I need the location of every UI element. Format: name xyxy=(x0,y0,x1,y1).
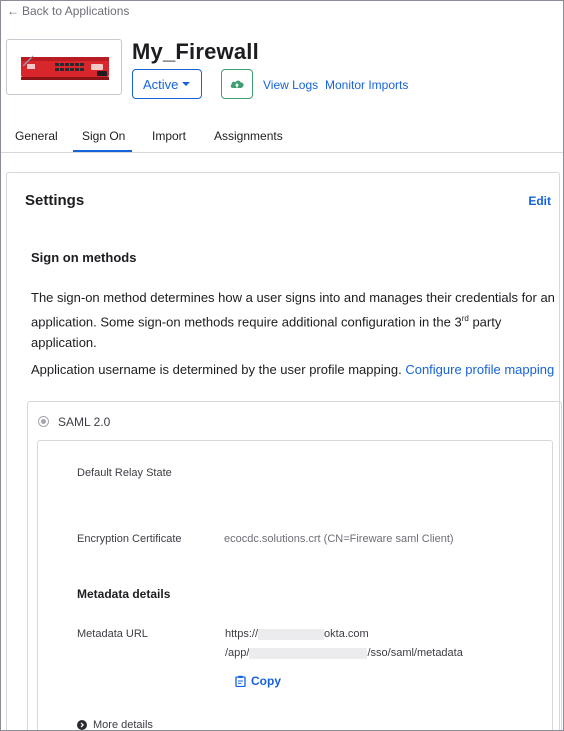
saml-label: SAML 2.0 xyxy=(58,415,111,429)
edit-button[interactable]: Edit xyxy=(528,194,551,208)
configure-profile-mapping-link[interactable]: Configure profile mapping xyxy=(405,362,554,377)
metadata-url-app-path: /app/ xyxy=(225,647,250,659)
saml-details-box: Default Relay State Encryption Certifica… xyxy=(37,440,553,731)
back-link-label: Back to Applications xyxy=(22,4,130,18)
metadata-url-line-1: https:// okta.com xyxy=(225,628,369,640)
default-relay-state-label: Default Relay State xyxy=(77,467,172,479)
cloud-push-icon xyxy=(230,80,244,88)
app-window: ← Back to Applications My_Firewall Activ… xyxy=(0,0,564,731)
copy-label: Copy xyxy=(251,674,281,688)
username-mapping-text: Application username is determined by th… xyxy=(31,362,554,377)
clipboard-icon xyxy=(235,675,246,687)
redacted-block xyxy=(249,647,368,659)
tab-general[interactable]: General xyxy=(15,129,58,143)
settings-title: Settings xyxy=(25,192,85,209)
tab-assignments[interactable]: Assignments xyxy=(214,129,283,143)
encryption-certificate-label: Encryption Certificate xyxy=(77,533,182,545)
status-selected-value: Active xyxy=(143,76,179,92)
description-superscript: rd xyxy=(461,314,469,323)
monitor-imports-link[interactable]: Monitor Imports xyxy=(325,78,408,92)
metadata-details-title: Metadata details xyxy=(77,587,171,601)
pencil-icon[interactable] xyxy=(21,54,35,68)
saml-option-card: SAML 2.0 Default Relay State Encryption … xyxy=(27,401,562,731)
more-details-toggle[interactable]: More details xyxy=(77,719,153,731)
back-to-applications-link[interactable]: ← Back to Applications xyxy=(7,4,129,18)
tab-import[interactable]: Import xyxy=(152,129,186,143)
metadata-url-scheme: https:// xyxy=(225,628,259,640)
settings-panel: Settings Edit Sign on methods The sign-o… xyxy=(6,172,562,731)
saml-radio[interactable] xyxy=(38,416,49,427)
copy-button[interactable]: Copy xyxy=(235,674,281,688)
active-tab-indicator xyxy=(73,150,132,152)
encryption-certificate-value: ecocdc.solutions.crt (CN=Fireware saml C… xyxy=(224,533,454,545)
username-mapping-label: Application username is determined by th… xyxy=(31,362,406,377)
view-logs-link[interactable]: View Logs xyxy=(263,78,318,92)
sign-on-description: The sign-on method determines how a user… xyxy=(31,287,559,353)
status-dropdown[interactable]: Active xyxy=(132,69,202,99)
app-title: My_Firewall xyxy=(132,39,259,64)
push-button[interactable] xyxy=(221,69,253,99)
tab-sign-on[interactable]: Sign On xyxy=(82,129,125,143)
more-details-label: More details xyxy=(93,719,153,731)
arrow-left-icon: ← xyxy=(7,4,19,18)
metadata-url-label: Metadata URL xyxy=(77,628,148,640)
tab-bar: General Sign On Import Assignments xyxy=(1,118,563,153)
chevron-right-circle-icon xyxy=(77,720,87,730)
sign-on-methods-title: Sign on methods xyxy=(31,250,137,265)
metadata-url-path-suffix: /sso/saml/metadata xyxy=(367,647,463,659)
metadata-url-domain: okta.com xyxy=(324,628,369,640)
app-logo xyxy=(6,39,122,95)
metadata-url-line-2: /app/ /sso/saml/metadata xyxy=(225,647,463,659)
chevron-down-icon xyxy=(182,82,190,86)
redacted-block xyxy=(258,628,325,640)
